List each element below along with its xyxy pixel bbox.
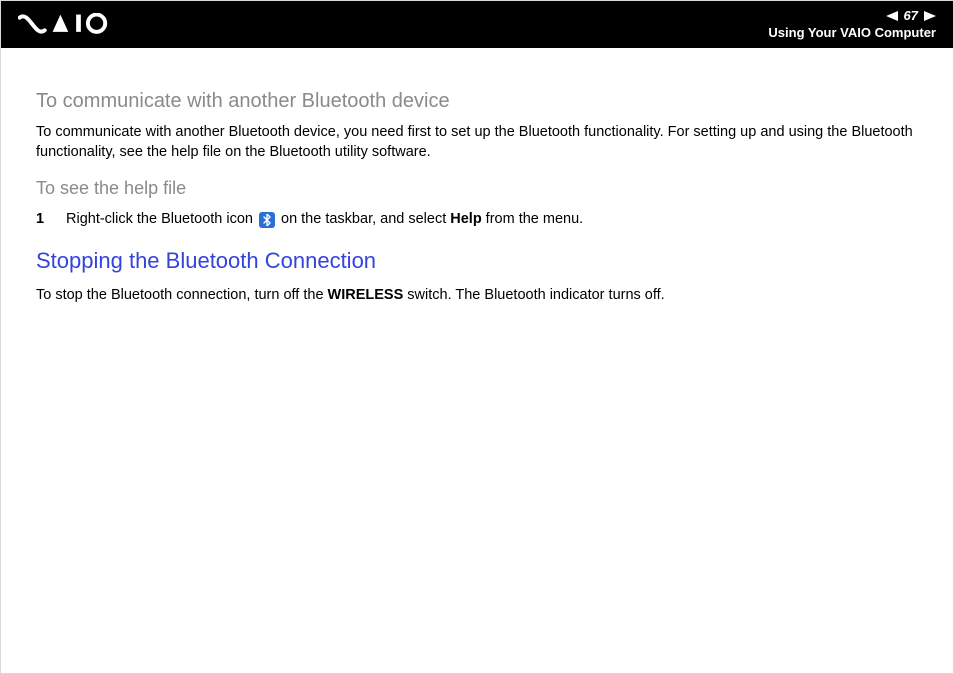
bluetooth-icon bbox=[259, 212, 275, 228]
prev-page-arrow-icon[interactable] bbox=[886, 11, 898, 21]
heading-communicate: To communicate with another Bluetooth de… bbox=[36, 88, 918, 115]
p2-post: switch. The Bluetooth indicator turns of… bbox=[403, 287, 664, 303]
paragraph-stopping: To stop the Bluetooth connection, turn o… bbox=[36, 286, 918, 306]
step-text-bold: Help bbox=[450, 210, 481, 230]
step-1: 1 Right-click the Bluetooth icon on the … bbox=[36, 210, 918, 230]
heading-help-file: To see the help file bbox=[36, 176, 918, 200]
heading-stopping: Stopping the Bluetooth Connection bbox=[36, 246, 918, 276]
page-navigator: 67 bbox=[886, 8, 936, 23]
step-text-post: from the menu. bbox=[486, 210, 584, 230]
document-page: 67 Using Your VAIO Computer To communica… bbox=[0, 0, 954, 674]
step-text-pre: Right-click the Bluetooth icon bbox=[66, 210, 253, 230]
step-number: 1 bbox=[36, 210, 50, 230]
next-page-arrow-icon[interactable] bbox=[924, 11, 936, 21]
p2-bold: WIRELESS bbox=[328, 287, 404, 303]
header-right: 67 Using Your VAIO Computer bbox=[768, 8, 936, 40]
header-bar: 67 Using Your VAIO Computer bbox=[0, 0, 954, 48]
section-title: Using Your VAIO Computer bbox=[768, 25, 936, 40]
step-text-mid: on the taskbar, and select bbox=[281, 210, 446, 230]
page-body: To communicate with another Bluetooth de… bbox=[0, 48, 954, 305]
p2-pre: To stop the Bluetooth connection, turn o… bbox=[36, 287, 328, 303]
step-text: Right-click the Bluetooth icon on the ta… bbox=[66, 210, 583, 230]
paragraph-communicate: To communicate with another Bluetooth de… bbox=[36, 123, 918, 162]
page-number: 67 bbox=[904, 8, 918, 23]
vaio-logo bbox=[18, 0, 144, 48]
